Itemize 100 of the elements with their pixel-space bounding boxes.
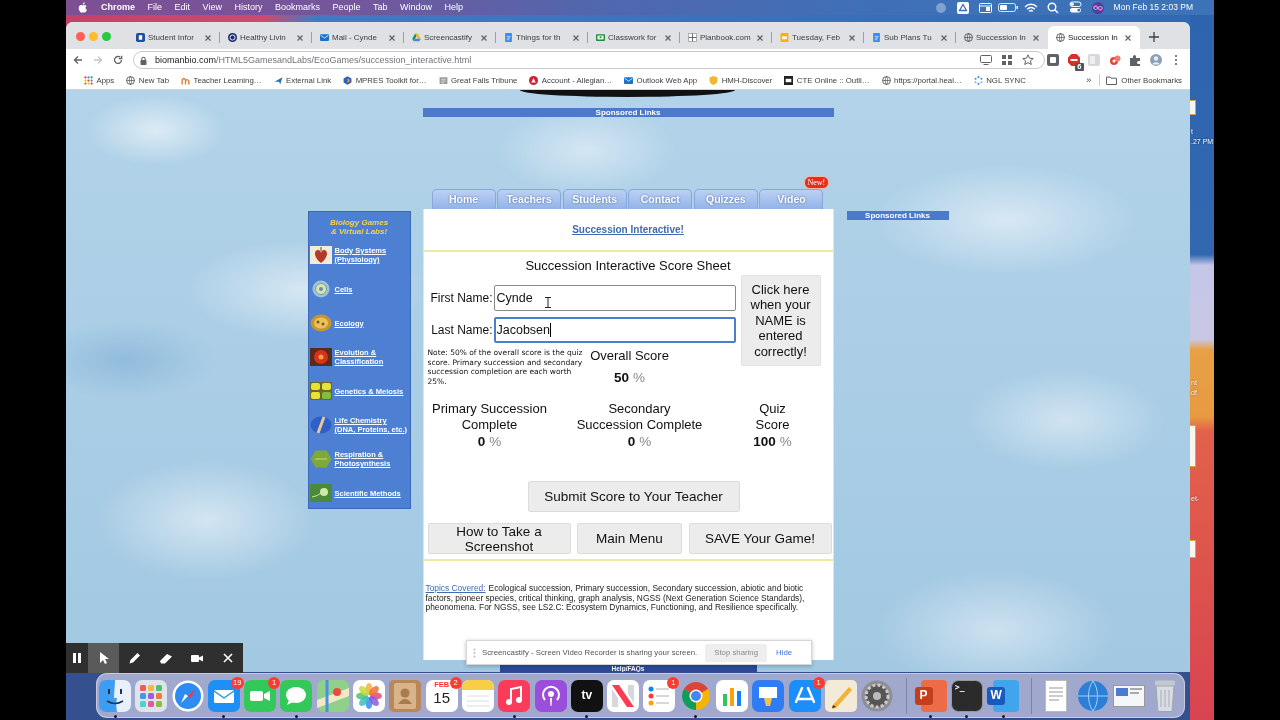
map-icon[interactable]: [316, 679, 349, 712]
flower-icon[interactable]: [353, 679, 386, 712]
close-icon[interactable]: [940, 33, 948, 42]
close-icon[interactable]: [204, 33, 212, 42]
page-button[interactable]: SAVE Your Game!: [688, 523, 832, 554]
capsule-icon[interactable]: [309, 416, 332, 434]
browser-tab[interactable]: Tuesday, Feb: [772, 26, 864, 49]
pen-icon: [127, 651, 142, 665]
menu-item[interactable]: People: [332, 0, 361, 15]
plus-icon[interactable]: [1149, 32, 1159, 42]
search-icon[interactable]: [1047, 1, 1060, 14]
triangle-icon[interactable]: [957, 1, 970, 14]
wifi-icon[interactable]: [1023, 2, 1038, 13]
close-icon[interactable]: [664, 33, 672, 42]
submit-score-button[interactable]: Submit Score to Your Teacher: [527, 481, 740, 512]
notepad-icon[interactable]: [461, 679, 494, 712]
text-field[interactable]: Cynde: [493, 285, 736, 311]
file-thumbnail[interactable]: [1190, 425, 1196, 467]
avatar-icon[interactable]: [1149, 54, 1162, 66]
browser-tab[interactable]: Classwork for: [588, 26, 680, 49]
browser-tab[interactable]: Mail - Cynde: [312, 26, 404, 49]
file-thumbnail[interactable]: [1190, 100, 1196, 115]
tv-icon[interactable]: tv: [570, 679, 603, 712]
speech-bubble-icon[interactable]: [280, 679, 313, 712]
bubbles-icon[interactable]: [1108, 54, 1121, 66]
close-window-icon[interactable]: [75, 31, 85, 41]
back-arrow-icon[interactable]: [73, 55, 83, 65]
bar-chart-icon[interactable]: [716, 679, 749, 712]
music-note-icon[interactable]: [498, 679, 531, 712]
smiling-face-icon[interactable]: [99, 679, 131, 712]
menu-clock[interactable]: Mon Feb 15 2:03 PM: [1113, 0, 1193, 15]
close-icon[interactable]: [848, 33, 856, 42]
browser-tab[interactable]: Sub Plans Tu: [864, 26, 956, 49]
page-button[interactable]: Main Menu: [577, 523, 682, 554]
n-logo-icon[interactable]: [607, 679, 640, 712]
file-thumbnail[interactable]: [1190, 540, 1196, 558]
menu-item[interactable]: Edit: [174, 0, 191, 15]
seed-disc-icon[interactable]: [309, 314, 332, 332]
menu-item[interactable]: History: [234, 0, 263, 15]
orb-icon[interactable]: [1092, 1, 1105, 14]
browser-tab[interactable]: Things for th: [496, 26, 588, 49]
more-bookmarks-button[interactable]: »: [1086, 75, 1092, 85]
podcast-icon[interactable]: [534, 679, 567, 712]
page-title-link[interactable]: Succession Interactive!: [572, 224, 684, 235]
presentation-icon: [780, 33, 789, 42]
flower-icon[interactable]: [309, 348, 332, 366]
close-icon[interactable]: [296, 33, 304, 42]
star-icon[interactable]: [1022, 54, 1034, 66]
podium-icon[interactable]: [752, 679, 785, 712]
close-icon[interactable]: [1124, 33, 1132, 42]
menu-item[interactable]: Tab: [372, 0, 388, 15]
menu-item[interactable]: View: [202, 0, 222, 15]
score-label: Quiz Score: [754, 401, 791, 432]
newspaper-icon: [438, 75, 448, 85]
menu-item[interactable]: Bookmarks: [274, 0, 320, 15]
pea-grid-icon[interactable]: [309, 382, 332, 400]
globe-icon: [881, 75, 891, 85]
topics-link[interactable]: Topics Covered:: [425, 583, 486, 593]
compass-icon[interactable]: [171, 679, 204, 712]
close-icon[interactable]: [1032, 33, 1040, 42]
browser-tab[interactable]: Student Infor: [128, 26, 220, 49]
drag-handle-icon[interactable]: [473, 647, 476, 658]
topics-paragraph: Topics Covered: Ecological succession, Primary succession, Secondary succession, abiotic and biotic factors, pioneer species, critical thinking, graph analysis, NGSS (Next Generation Science Standards), pheonomena. For NGSS, see LS2.C: Ecosystem Dynamics, Functioning, and Resilience specifically.: [425, 584, 806, 614]
globe-icon[interactable]: [1076, 679, 1109, 712]
monitor-icon[interactable]: [980, 55, 992, 65]
menu-item[interactable]: Help: [444, 0, 463, 15]
video-camera-icon[interactable]: [244, 679, 277, 712]
envelope-icon[interactable]: [207, 679, 240, 712]
menu-item[interactable]: Window: [400, 0, 432, 15]
close-icon[interactable]: [756, 33, 764, 42]
shield-icon: [709, 75, 719, 85]
gear-icon[interactable]: [861, 679, 894, 712]
text-field[interactable]: Jacobsen: [493, 317, 736, 343]
pointer-tool-button[interactable]: [88, 643, 119, 673]
close-icon[interactable]: [388, 33, 396, 42]
app-menu[interactable]: Chrome: [101, 0, 135, 15]
terminal-icon[interactable]: >_: [950, 679, 983, 712]
puzzle-icon[interactable]: [1129, 54, 1141, 66]
close-icon[interactable]: [572, 33, 580, 42]
checklist-icon[interactable]: [643, 679, 676, 712]
browser-tab[interactable]: Screencastify: [404, 26, 496, 49]
browser-icon[interactable]: [679, 679, 712, 712]
apple-icon[interactable]: [78, 2, 87, 13]
confirm-name-button[interactable]: Click here when your NAME is entered correctly!: [740, 275, 821, 366]
reload-icon[interactable]: [113, 55, 123, 65]
toggles-icon[interactable]: [1069, 1, 1083, 14]
browser-tab[interactable]: Planbook.com: [680, 26, 772, 49]
window-icon[interactable]: [979, 1, 993, 14]
sprout-icon[interactable]: [309, 484, 332, 502]
stop-sign-icon[interactable]: [1067, 54, 1080, 66]
browser-tab[interactable]: Succession In: [956, 26, 1048, 49]
grid-icon[interactable]: [1002, 55, 1012, 65]
close-icon[interactable]: [480, 33, 488, 42]
battery-icon[interactable]: [998, 3, 1019, 12]
browser-tab[interactable]: Healthy Livin: [220, 26, 312, 49]
page-button[interactable]: How to Take a Screenshot: [427, 523, 571, 554]
menu-item[interactable]: File: [147, 0, 163, 15]
browser-tab[interactable]: Succession In: [1048, 26, 1140, 49]
app-store-icon[interactable]: [788, 679, 821, 712]
square-extension-icon[interactable]: [1047, 54, 1059, 66]
